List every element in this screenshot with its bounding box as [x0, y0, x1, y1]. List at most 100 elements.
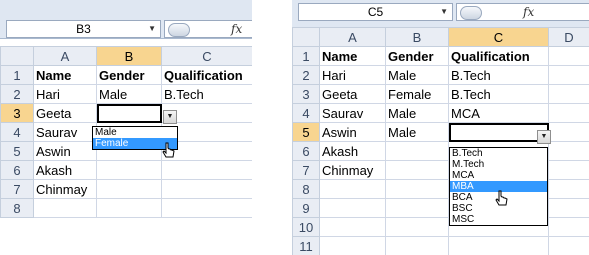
cell-b8[interactable]	[385, 179, 449, 199]
cell-c2[interactable]: B.Tech	[161, 84, 252, 104]
cell-c2[interactable]: B.Tech	[448, 65, 549, 85]
column-header-c[interactable]: C	[161, 46, 252, 66]
cell-b10[interactable]	[385, 217, 449, 237]
cell-b3[interactable]	[96, 103, 162, 123]
row-header-6[interactable]: 6	[292, 141, 320, 161]
row-header-1[interactable]: 1	[0, 65, 34, 85]
row-header-8[interactable]: 8	[292, 179, 320, 199]
cell-c3[interactable]: B.Tech	[448, 84, 549, 104]
select-all-corner[interactable]	[292, 27, 320, 47]
cell-d10[interactable]	[548, 217, 589, 237]
row-header-2[interactable]: 2	[292, 65, 320, 85]
row-header-5[interactable]: 5	[0, 141, 34, 161]
cell-c6[interactable]	[161, 160, 252, 180]
column-header-b[interactable]: B	[385, 27, 449, 47]
formula-bar-expand-knob[interactable]	[168, 23, 190, 37]
cell-a3[interactable]: Geeta	[319, 84, 386, 104]
row-header-11[interactable]: 11	[292, 236, 320, 255]
cell-b1[interactable]: Gender	[96, 65, 162, 85]
cell-d6[interactable]	[548, 141, 589, 161]
row-header-8[interactable]: 8	[0, 198, 34, 218]
cell-a8[interactable]	[319, 179, 386, 199]
cell-d11[interactable]	[548, 236, 589, 255]
cell-a9[interactable]	[319, 198, 386, 218]
chevron-down-icon[interactable]: ▼	[440, 4, 448, 20]
column-header-b[interactable]: B	[96, 46, 162, 66]
cell-c11[interactable]	[448, 236, 549, 255]
cell-b2[interactable]: Male	[385, 65, 449, 85]
formula-input[interactable]: fx	[164, 20, 252, 38]
cell-b6[interactable]	[385, 141, 449, 161]
row-header-6[interactable]: 6	[0, 160, 34, 180]
row-header-3[interactable]: 3	[292, 84, 320, 104]
row-header-7[interactable]: 7	[292, 160, 320, 180]
cell-a4[interactable]: Saurav	[319, 103, 386, 123]
cell-a1[interactable]: Name	[33, 65, 97, 85]
cell-a6[interactable]: Akash	[33, 160, 97, 180]
fx-icon[interactable]: fx	[231, 21, 242, 37]
formula-bar-expand-knob[interactable]	[460, 6, 482, 20]
cell-d3[interactable]	[548, 84, 589, 104]
cell-d7[interactable]	[548, 160, 589, 180]
cell-a5[interactable]: Aswin	[319, 122, 386, 142]
cell-a7[interactable]: Chinmay	[33, 179, 97, 199]
cell-c7[interactable]	[161, 179, 252, 199]
row-header-2[interactable]: 2	[0, 84, 34, 104]
select-all-corner[interactable]	[0, 46, 34, 66]
cell-a8[interactable]	[33, 198, 97, 218]
cell-a4[interactable]: Saurav	[33, 122, 97, 142]
cell-a5[interactable]: Aswin	[33, 141, 97, 161]
cell-a7[interactable]: Chinmay	[319, 160, 386, 180]
column-header-a[interactable]: A	[33, 46, 97, 66]
cell-a2[interactable]: Hari	[33, 84, 97, 104]
row-header-1[interactable]: 1	[292, 46, 320, 66]
formula-input[interactable]: fx	[456, 3, 589, 21]
cell-a2[interactable]: Hari	[319, 65, 386, 85]
name-box[interactable]: C5 ▼	[298, 3, 453, 21]
cell-c1[interactable]: Qualification	[161, 65, 252, 85]
cell-a1[interactable]: Name	[319, 46, 386, 66]
cell-b7[interactable]	[385, 160, 449, 180]
cell-b7[interactable]	[96, 179, 162, 199]
list-option-msc[interactable]: MSC	[450, 214, 547, 225]
fx-icon[interactable]: fx	[523, 4, 534, 20]
cell-b5[interactable]: Male	[385, 122, 449, 142]
cell-c4[interactable]: MCA	[448, 103, 549, 123]
cell-a3[interactable]: Geeta	[33, 103, 97, 123]
cell-d9[interactable]	[548, 198, 589, 218]
row-header-9[interactable]: 9	[292, 198, 320, 218]
cell-b3[interactable]: Female	[385, 84, 449, 104]
cell-b11[interactable]	[385, 236, 449, 255]
cell-dropdown-button[interactable]: ▼	[537, 130, 551, 144]
cell-b9[interactable]	[385, 198, 449, 218]
cell-d5[interactable]	[548, 122, 589, 142]
cell-d8[interactable]	[548, 179, 589, 199]
row-header-7[interactable]: 7	[0, 179, 34, 199]
column-header-a[interactable]: A	[319, 27, 386, 47]
cell-b2[interactable]: Male	[96, 84, 162, 104]
column-header-d[interactable]: D	[548, 27, 589, 47]
cell-b1[interactable]: Gender	[385, 46, 449, 66]
list-option-mca[interactable]: MCA	[450, 170, 547, 181]
chevron-down-icon[interactable]: ▼	[148, 21, 156, 37]
list-option-male[interactable]: Male	[93, 127, 177, 138]
cell-b6[interactable]	[96, 160, 162, 180]
row-header-10[interactable]: 10	[292, 217, 320, 237]
cell-b8[interactable]	[96, 198, 162, 218]
cell-dropdown-button[interactable]: ▼	[163, 110, 177, 124]
cell-d4[interactable]	[548, 103, 589, 123]
column-header-c[interactable]: C	[448, 27, 549, 47]
list-option-btech[interactable]: B.Tech	[450, 148, 547, 159]
cell-c1[interactable]: Qualification	[448, 46, 549, 66]
cell-d2[interactable]	[548, 65, 589, 85]
row-header-5[interactable]: 5	[292, 122, 320, 142]
cell-d1[interactable]	[548, 46, 589, 66]
list-option-mtech[interactable]: M.Tech	[450, 159, 547, 170]
cell-a6[interactable]: Akash	[319, 141, 386, 161]
cell-c8[interactable]	[161, 198, 252, 218]
name-box[interactable]: B3 ▼	[6, 20, 161, 38]
row-header-4[interactable]: 4	[0, 122, 34, 142]
cell-c5[interactable]	[448, 122, 549, 142]
row-header-4[interactable]: 4	[292, 103, 320, 123]
cell-b4[interactable]: Male	[385, 103, 449, 123]
